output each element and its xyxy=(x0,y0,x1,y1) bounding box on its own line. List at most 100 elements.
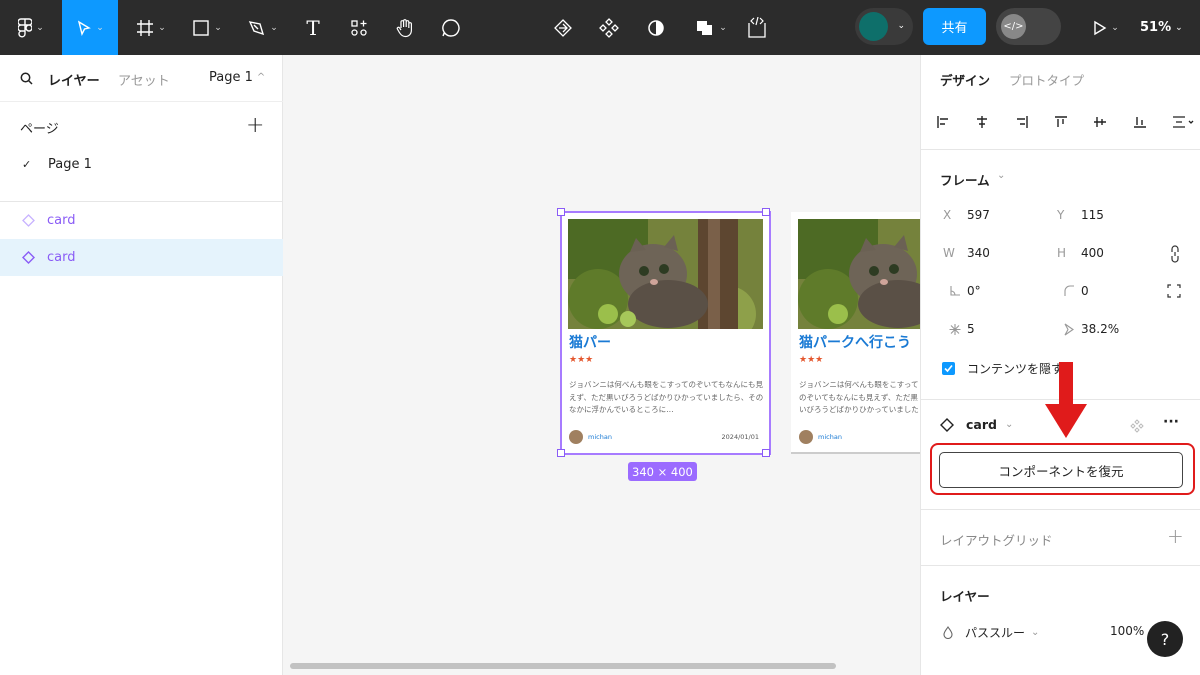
ratio-field[interactable]: 38.2% xyxy=(1057,322,1157,336)
layer-item[interactable]: card xyxy=(0,202,283,239)
alignment-toolbar xyxy=(935,110,1195,134)
card-title: 猫パークへ行こう xyxy=(799,335,911,351)
resize-handle-br[interactable] xyxy=(762,449,770,457)
x-value: 597 xyxy=(967,208,990,222)
author-avatar xyxy=(799,430,813,444)
tab-prototype[interactable]: プロトタイプ xyxy=(1009,70,1084,89)
x-label: X xyxy=(943,208,952,222)
code-icon: </> xyxy=(1001,14,1026,39)
component-instance-icon xyxy=(940,417,954,432)
frame-tool-button[interactable]: ⌄ xyxy=(128,0,174,55)
card-frame-2[interactable]: 猫パークへ行こう ★★★ ジョバンニは何べんも眼をこすってのぞいてもなんにも見え… xyxy=(791,212,920,454)
y-field[interactable]: Y 115 xyxy=(1057,208,1157,222)
chevron-down-icon: ⌄ xyxy=(36,22,44,33)
corner-radius-field[interactable]: 0 xyxy=(1057,284,1157,298)
height-field[interactable]: H 400 xyxy=(1057,246,1157,260)
rectangle-icon xyxy=(193,19,209,36)
resize-handle-bl[interactable] xyxy=(557,449,565,457)
page-item-label: Page 1 xyxy=(48,156,92,172)
chevron-down-icon[interactable]: ⌄ xyxy=(997,170,1005,181)
tab-layers[interactable]: レイヤー xyxy=(48,70,100,89)
tab-design[interactable]: デザイン xyxy=(940,70,990,89)
page-selector[interactable]: Page 1 ^ xyxy=(209,70,265,85)
edit-component-button[interactable] xyxy=(548,0,578,55)
cursor-icon xyxy=(78,20,92,36)
add-layout-grid-icon[interactable]: + xyxy=(1167,524,1184,548)
present-button[interactable]: ⌄ xyxy=(1086,0,1126,55)
align-bottom-icon[interactable] xyxy=(1132,114,1148,130)
chevron-up-icon: ^ xyxy=(256,72,266,83)
blend-mode-select[interactable]: パススルー ⌄ xyxy=(943,624,1039,641)
hand-tool-button[interactable] xyxy=(390,0,420,55)
rotation-field[interactable]: 0° xyxy=(943,284,1043,298)
h-value: 400 xyxy=(1081,246,1104,260)
align-center-h-icon[interactable] xyxy=(974,114,990,130)
zoom-menu[interactable]: 51% ⌄ xyxy=(1140,0,1183,55)
mask-button[interactable] xyxy=(642,0,670,55)
card-photo xyxy=(798,219,920,329)
more-options-icon[interactable]: ··· xyxy=(1163,414,1179,430)
go-to-main-component-icon[interactable] xyxy=(1130,419,1144,433)
boolean-ops-button[interactable]: ⌄ xyxy=(688,0,734,55)
resources-tool-button[interactable] xyxy=(344,0,374,55)
comment-tool-button[interactable] xyxy=(436,0,466,55)
resize-handle-tl[interactable] xyxy=(557,208,565,216)
restore-component-button[interactable]: コンポーネントを復元 xyxy=(939,452,1183,488)
resize-handle-tr[interactable] xyxy=(762,208,770,216)
width-field[interactable]: W 340 xyxy=(943,246,1043,260)
chevron-down-icon: ⌄ xyxy=(1004,419,1014,430)
card-frame[interactable]: 猫パー ★★★ ジョバンニは何べんも眼をこすってのぞいてもなんにも見えず、ただ黒… xyxy=(560,211,771,455)
tab-assets[interactable]: アセット xyxy=(118,70,170,89)
canvas[interactable]: 猫パー ★★★ ジョバンニは何べんも眼をこすってのぞいてもなんにも見えず、ただ黒… xyxy=(284,55,920,675)
dev-mode-frame-button[interactable] xyxy=(742,0,772,55)
card-date: 2024/01/01 xyxy=(721,433,759,441)
layout-grid-section: レイアウトグリッド + xyxy=(921,509,1200,565)
create-component-button[interactable] xyxy=(594,0,624,55)
pen-tool-button[interactable]: ⌄ xyxy=(240,0,286,55)
layer-item-selected[interactable]: card xyxy=(0,239,283,276)
size-badge: 340 × 400 xyxy=(628,462,697,481)
star-count-field[interactable]: 5 xyxy=(943,322,1043,336)
x-field[interactable]: X 597 xyxy=(943,208,1043,222)
contrast-icon xyxy=(648,19,664,36)
help-button[interactable]: ? xyxy=(1147,621,1183,657)
align-right-icon[interactable] xyxy=(1014,114,1030,130)
align-middle-v-icon[interactable] xyxy=(1092,114,1108,130)
layer-title: レイヤー xyxy=(940,589,990,604)
boolean-icon xyxy=(697,20,713,35)
text-icon: T xyxy=(306,15,320,40)
horizontal-scrollbar[interactable] xyxy=(290,663,836,669)
move-tool-button[interactable]: ⌄ xyxy=(62,0,118,55)
independent-corners-icon[interactable] xyxy=(1167,284,1181,298)
w-value: 340 xyxy=(967,246,990,260)
layer-label: card xyxy=(47,213,76,228)
left-panel: レイヤー アセット Page 1 ^ ページ + ✓ Page 1 card ca… xyxy=(0,55,283,675)
author-name: michan xyxy=(588,433,612,441)
chevron-down-icon: ⌄ xyxy=(1175,22,1183,33)
main-menu-button[interactable]: ⌄ xyxy=(8,0,54,55)
page-item[interactable]: ✓ Page 1 xyxy=(0,143,283,185)
frame-title: フレーム xyxy=(940,173,990,188)
component-selector[interactable]: card ⌄ xyxy=(940,417,1013,432)
search-icon[interactable] xyxy=(20,72,33,85)
dev-mode-toggle[interactable]: </> xyxy=(996,8,1061,45)
align-top-icon[interactable] xyxy=(1053,114,1069,130)
distribute-icon[interactable] xyxy=(1171,114,1195,130)
component-name: card xyxy=(966,417,997,432)
ratio-icon xyxy=(1064,323,1074,335)
align-left-icon[interactable] xyxy=(935,114,951,130)
blend-drop-icon xyxy=(943,626,953,639)
opacity-value[interactable]: 100% xyxy=(1110,624,1144,638)
shape-tool-button[interactable]: ⌄ xyxy=(184,0,230,55)
add-page-icon[interactable]: + xyxy=(246,113,264,138)
user-avatar-button[interactable]: ⌄ xyxy=(855,8,913,45)
card-description: ジョバンニは何べんも眼をこすってのぞいてもなんにも見えず、ただ黒いびろうどばかり… xyxy=(569,380,764,414)
pages-title: ページ xyxy=(20,122,59,137)
play-icon xyxy=(1094,20,1107,35)
rotation-icon xyxy=(950,286,960,296)
left-panel-header: レイヤー アセット Page 1 ^ xyxy=(0,55,283,102)
share-button[interactable]: 共有 xyxy=(923,8,986,45)
card-photo xyxy=(568,219,763,329)
constrain-proportions-icon[interactable] xyxy=(1170,245,1180,263)
text-tool-button[interactable]: T xyxy=(296,0,330,55)
